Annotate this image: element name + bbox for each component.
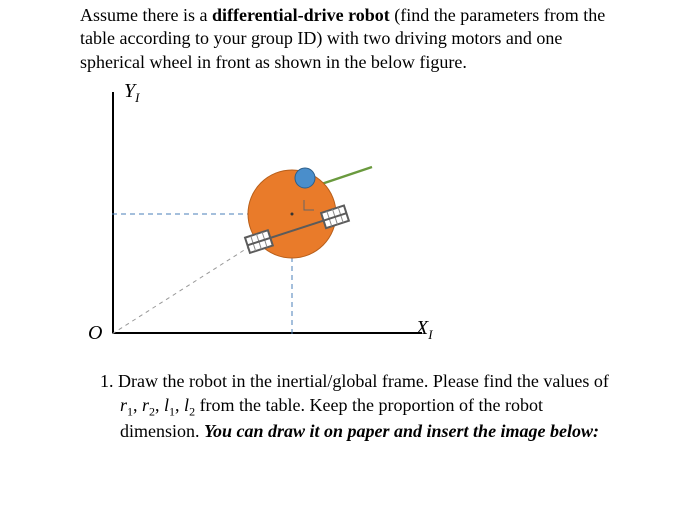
c1: ,	[133, 395, 142, 415]
q-bold-italic: You can draw it on paper and insert the …	[204, 421, 599, 441]
c2: ,	[155, 395, 164, 415]
intro-bold: differential-drive robot	[212, 5, 390, 25]
robot-diagram	[112, 92, 422, 334]
param-r1: r	[120, 395, 127, 415]
intro-pre: Assume there is a	[80, 5, 212, 25]
param-r2: r	[142, 395, 149, 415]
q-text-a: Draw the robot in the inertial/global fr…	[118, 371, 609, 391]
intro-paragraph: Assume there is a differential-drive rob…	[80, 4, 620, 74]
center-dot	[291, 213, 294, 216]
figure: YI XI O	[84, 82, 444, 352]
spherical-wheel	[295, 168, 315, 188]
c3: ,	[175, 395, 184, 415]
x-sub: I	[428, 327, 432, 342]
question-number: 1.	[100, 371, 114, 391]
question-1: 1. Draw the robot in the inertial/global…	[100, 370, 620, 443]
origin-label: O	[88, 320, 102, 346]
dashed-diagonal	[112, 240, 260, 334]
